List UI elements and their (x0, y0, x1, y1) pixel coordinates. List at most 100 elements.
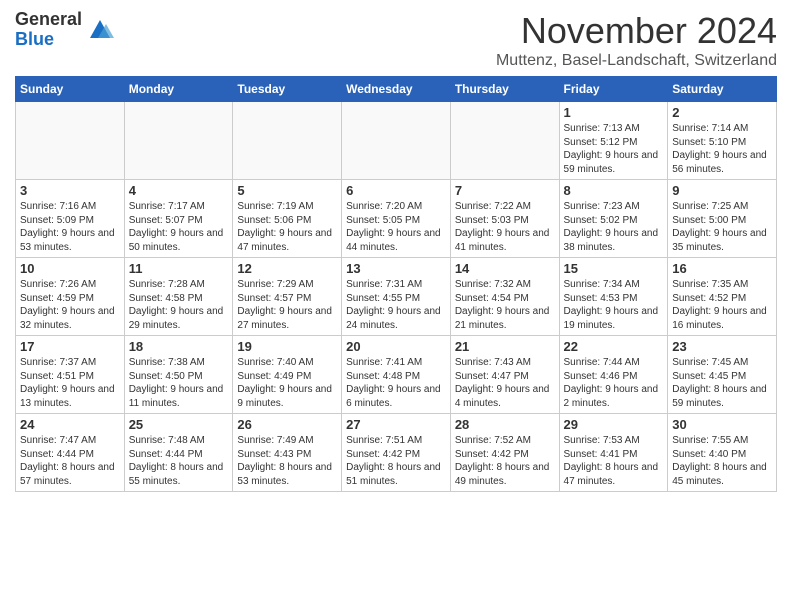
day-info: Sunrise: 7:34 AMSunset: 4:53 PMDaylight:… (564, 278, 664, 332)
header-tuesday: Tuesday (233, 77, 342, 102)
calendar-week-4: 17 Sunrise: 7:37 AMSunset: 4:51 PMDayligh… (16, 336, 777, 414)
day-number: 10 (20, 261, 120, 276)
day-info: Sunrise: 7:45 AMSunset: 4:45 PMDaylight:… (672, 356, 772, 410)
table-row: 24Sunrise: 7:47 AMSunset: 4:44 PMDayligh… (16, 414, 125, 492)
table-row: 7 Sunrise: 7:22 AMSunset: 5:03 PMDaylight… (450, 180, 559, 258)
day-number: 8 (564, 183, 664, 198)
day-number: 4 (129, 183, 229, 198)
table-row: 30 Sunrise: 7:55 AMSunset: 4:40 PMDayligh… (668, 414, 777, 492)
calendar-week-1: 1Sunrise: 7:13 AMSunset: 5:12 PMDaylight… (16, 102, 777, 180)
table-row: 20Sunrise: 7:41 AMSunset: 4:48 PMDayligh… (342, 336, 451, 414)
calendar-week-3: 10 Sunrise: 7:26 AMSunset: 4:59 PMDayligh… (16, 258, 777, 336)
day-info: Sunrise: 7:51 AMSunset: 4:42 PMDaylight:… (346, 434, 446, 488)
day-number: 14 (455, 261, 555, 276)
day-number: 6 (346, 183, 446, 198)
table-row: 28 Sunrise: 7:52 AMSunset: 4:42 PMDayligh… (450, 414, 559, 492)
day-info: Sunrise: 7:40 AMSunset: 4:49 PMDaylight:… (237, 356, 337, 410)
day-info: Sunrise: 7:37 AMSunset: 4:51 PMDaylight:… (20, 356, 120, 410)
day-info: Sunrise: 7:49 AMSunset: 4:43 PMDaylight:… (237, 434, 337, 488)
day-info: Sunrise: 7:35 AMSunset: 4:52 PMDaylight:… (672, 278, 772, 332)
table-row: 14Sunrise: 7:32 AMSunset: 4:54 PMDayligh… (450, 258, 559, 336)
table-row: 25 Sunrise: 7:48 AMSunset: 4:44 PMDayligh… (124, 414, 233, 492)
month-title: November 2024 (496, 10, 777, 52)
logo-text: General Blue (15, 10, 82, 50)
logo-general: General (15, 10, 82, 30)
day-number: 22 (564, 339, 664, 354)
day-info: Sunrise: 7:22 AMSunset: 5:03 PMDaylight:… (455, 200, 555, 254)
table-row (124, 102, 233, 180)
table-row: 1Sunrise: 7:13 AMSunset: 5:12 PMDaylight… (559, 102, 668, 180)
day-info: Sunrise: 7:17 AMSunset: 5:07 PMDaylight:… (129, 200, 229, 254)
header: General Blue November 2024 Muttenz, Base… (15, 10, 777, 70)
table-row (342, 102, 451, 180)
table-row: 2Sunrise: 7:14 AMSunset: 5:10 PMDaylight… (668, 102, 777, 180)
table-row: 26 Sunrise: 7:49 AMSunset: 4:43 PMDayligh… (233, 414, 342, 492)
day-info: Sunrise: 7:55 AMSunset: 4:40 PMDaylight:… (672, 434, 772, 488)
day-info: Sunrise: 7:52 AMSunset: 4:42 PMDaylight:… (455, 434, 555, 488)
table-row: 11 Sunrise: 7:28 AMSunset: 4:58 PMDayligh… (124, 258, 233, 336)
day-info: Sunrise: 7:25 AMSunset: 5:00 PMDaylight:… (672, 200, 772, 254)
header-sunday: Sunday (16, 77, 125, 102)
day-number: 5 (237, 183, 337, 198)
day-number: 29 (564, 417, 664, 432)
day-number: 7 (455, 183, 555, 198)
day-info: Sunrise: 7:13 AMSunset: 5:12 PMDaylight:… (564, 122, 664, 176)
table-row: 22 Sunrise: 7:44 AMSunset: 4:46 PMDayligh… (559, 336, 668, 414)
table-row: 8 Sunrise: 7:23 AMSunset: 5:02 PMDaylight… (559, 180, 668, 258)
header-saturday: Saturday (668, 77, 777, 102)
logo-blue: Blue (15, 30, 82, 50)
day-number: 28 (455, 417, 555, 432)
day-info: Sunrise: 7:44 AMSunset: 4:46 PMDaylight:… (564, 356, 664, 410)
table-row (16, 102, 125, 180)
day-info: Sunrise: 7:29 AMSunset: 4:57 PMDaylight:… (237, 278, 337, 332)
day-info: Sunrise: 7:38 AMSunset: 4:50 PMDaylight:… (129, 356, 229, 410)
day-number: 16 (672, 261, 772, 276)
table-row: 12 Sunrise: 7:29 AMSunset: 4:57 PMDayligh… (233, 258, 342, 336)
day-header-row: Sunday Monday Tuesday Wednesday Thursday… (16, 77, 777, 102)
table-row: 19Sunrise: 7:40 AMSunset: 4:49 PMDayligh… (233, 336, 342, 414)
location-title: Muttenz, Basel-Landschaft, Switzerland (496, 52, 777, 70)
table-row: 4 Sunrise: 7:17 AMSunset: 5:07 PMDaylight… (124, 180, 233, 258)
day-info: Sunrise: 7:43 AMSunset: 4:47 PMDaylight:… (455, 356, 555, 410)
day-number: 26 (237, 417, 337, 432)
day-number: 25 (129, 417, 229, 432)
table-row: 21Sunrise: 7:43 AMSunset: 4:47 PMDayligh… (450, 336, 559, 414)
day-number: 27 (346, 417, 446, 432)
page-container: General Blue November 2024 Muttenz, Base… (0, 0, 792, 502)
day-number: 30 (672, 417, 772, 432)
table-row: 6 Sunrise: 7:20 AMSunset: 5:05 PMDaylight… (342, 180, 451, 258)
calendar-table: Sunday Monday Tuesday Wednesday Thursday… (15, 76, 777, 492)
day-info: Sunrise: 7:47 AMSunset: 4:44 PMDaylight:… (20, 434, 120, 488)
day-number: 13 (346, 261, 446, 276)
header-thursday: Thursday (450, 77, 559, 102)
table-row (450, 102, 559, 180)
table-row: 9Sunrise: 7:25 AMSunset: 5:00 PMDaylight… (668, 180, 777, 258)
table-row: 5Sunrise: 7:19 AMSunset: 5:06 PMDaylight… (233, 180, 342, 258)
day-number: 23 (672, 339, 772, 354)
day-info: Sunrise: 7:23 AMSunset: 5:02 PMDaylight:… (564, 200, 664, 254)
table-row: 10 Sunrise: 7:26 AMSunset: 4:59 PMDayligh… (16, 258, 125, 336)
day-number: 18 (129, 339, 229, 354)
table-row: 17 Sunrise: 7:37 AMSunset: 4:51 PMDayligh… (16, 336, 125, 414)
table-row: 29Sunrise: 7:53 AMSunset: 4:41 PMDayligh… (559, 414, 668, 492)
title-block: November 2024 Muttenz, Basel-Landschaft,… (496, 10, 777, 70)
calendar-week-5: 24Sunrise: 7:47 AMSunset: 4:44 PMDayligh… (16, 414, 777, 492)
table-row: 23 Sunrise: 7:45 AMSunset: 4:45 PMDayligh… (668, 336, 777, 414)
day-number: 15 (564, 261, 664, 276)
day-number: 12 (237, 261, 337, 276)
day-info: Sunrise: 7:16 AMSunset: 5:09 PMDaylight:… (20, 200, 120, 254)
day-number: 20 (346, 339, 446, 354)
header-monday: Monday (124, 77, 233, 102)
day-info: Sunrise: 7:20 AMSunset: 5:05 PMDaylight:… (346, 200, 446, 254)
day-number: 11 (129, 261, 229, 276)
header-friday: Friday (559, 77, 668, 102)
calendar-week-2: 3Sunrise: 7:16 AMSunset: 5:09 PMDaylight… (16, 180, 777, 258)
logo: General Blue (15, 10, 114, 50)
day-info: Sunrise: 7:31 AMSunset: 4:55 PMDaylight:… (346, 278, 446, 332)
day-info: Sunrise: 7:28 AMSunset: 4:58 PMDaylight:… (129, 278, 229, 332)
day-info: Sunrise: 7:48 AMSunset: 4:44 PMDaylight:… (129, 434, 229, 488)
day-info: Sunrise: 7:26 AMSunset: 4:59 PMDaylight:… (20, 278, 120, 332)
table-row: 27 Sunrise: 7:51 AMSunset: 4:42 PMDayligh… (342, 414, 451, 492)
day-number: 2 (672, 105, 772, 120)
day-number: 17 (20, 339, 120, 354)
